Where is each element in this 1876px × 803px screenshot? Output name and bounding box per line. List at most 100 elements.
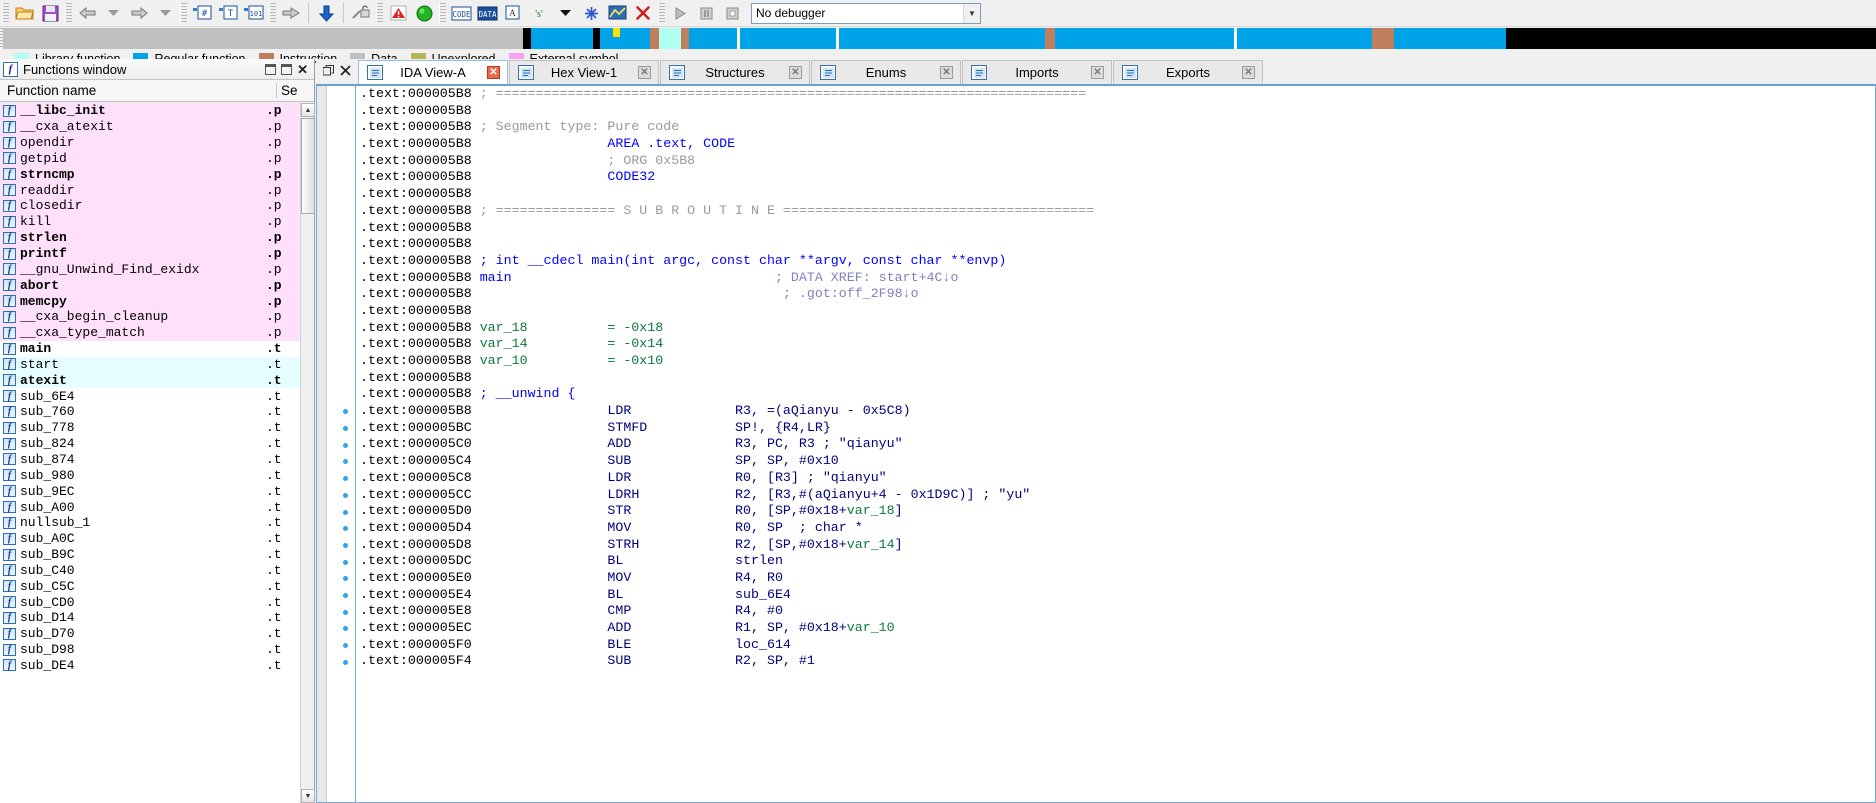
save-icon[interactable] xyxy=(37,1,63,25)
navband-segment[interactable] xyxy=(650,27,659,49)
breakpoint-dot[interactable] xyxy=(343,643,348,649)
tab-ida-view-a[interactable]: IDA View-A ✕ xyxy=(358,60,508,84)
disassembly-line[interactable]: .text:000005D8 STRH R2, [SP,#0x18+var_14… xyxy=(360,537,1875,554)
close-icon[interactable]: ✕ xyxy=(297,63,308,76)
function-list-item[interactable]: f sub_824 .t xyxy=(0,435,300,452)
function-list-item[interactable]: f sub_980 .t xyxy=(0,467,300,484)
function-list-item[interactable]: f sub_6E4 .t xyxy=(0,388,300,405)
function-list-item[interactable]: f sub_CD0 .t xyxy=(0,594,300,610)
disassembly-line[interactable]: .text:000005D4 MOV R0, SP ; char * xyxy=(360,520,1875,537)
breakpoint-dot[interactable] xyxy=(343,442,348,448)
warning-icon[interactable] xyxy=(385,1,411,25)
function-list-item[interactable]: f getpid .p xyxy=(0,150,300,167)
make-data-icon[interactable]: 101 xyxy=(241,1,267,25)
disassembly-line[interactable]: .text:000005B8 ; =============== S U B R… xyxy=(360,203,1875,220)
navband-segment[interactable] xyxy=(689,27,737,49)
disassembly-line[interactable]: .text:000005B8 main ; DATA XREF: start+4… xyxy=(360,270,1875,287)
function-list-item[interactable]: f __cxa_type_match .p xyxy=(0,324,300,341)
column-header-function-name[interactable]: Function name xyxy=(0,83,276,98)
function-list-item[interactable]: f __libc_init .p xyxy=(0,103,300,119)
open-folder-icon[interactable] xyxy=(11,1,37,25)
functions-list-scrollbar[interactable]: ▲ ▼ xyxy=(300,103,315,803)
disassembly-line[interactable]: .text:000005B8 var_14 = -0x14 xyxy=(360,336,1875,353)
function-list-item[interactable]: f readdir .p xyxy=(0,182,300,199)
breakpoint-dot[interactable] xyxy=(343,659,348,665)
function-list-item[interactable]: f sub_760 .t xyxy=(0,404,300,420)
function-list-item[interactable]: f sub_9EC .t xyxy=(0,483,300,500)
function-list-item[interactable]: f memcpy .p xyxy=(0,293,300,309)
tab-close-icon[interactable]: ✕ xyxy=(487,66,500,79)
navband-segment[interactable] xyxy=(1045,27,1055,49)
disassembly-line[interactable]: .text:000005F0 BLE loc_614 xyxy=(360,637,1875,654)
tab-exports[interactable]: Exports ✕ xyxy=(1113,60,1263,84)
tab-hex-view-1[interactable]: Hex View-1 ✕ xyxy=(509,60,659,84)
function-list-item[interactable]: f start .t xyxy=(0,356,300,373)
breakpoint-dot[interactable] xyxy=(343,459,348,465)
disassembly-line[interactable]: .text:000005DC BL strlen xyxy=(360,553,1875,570)
restore-view-icon[interactable] xyxy=(322,64,334,79)
back-arrow-icon[interactable] xyxy=(74,1,100,25)
toolbar-grip-6[interactable] xyxy=(439,3,446,23)
tab-close-icon[interactable]: ✕ xyxy=(940,66,953,79)
disassembly-line[interactable]: .text:000005B8 xyxy=(360,370,1875,387)
disassembly-line[interactable]: .text:000005B8 ; ORG 0x5B8 xyxy=(360,153,1875,170)
disassembly-line[interactable]: .text:000005B8 var_10 = -0x10 xyxy=(360,353,1875,370)
breakpoint-gutter[interactable] xyxy=(335,86,355,802)
breakpoint-dot[interactable] xyxy=(343,526,348,532)
function-list-item[interactable]: f sub_C5C .t xyxy=(0,578,300,595)
disassembly-line[interactable]: .text:000005C4 SUB SP, SP, #0x10 xyxy=(360,453,1875,470)
function-list-item[interactable]: f strncmp .p xyxy=(0,166,300,183)
ascii-icon[interactable]: A xyxy=(500,1,526,25)
tab-enums[interactable]: Enums ✕ xyxy=(811,60,961,84)
unlock-icon[interactable] xyxy=(348,1,374,25)
navband-segment[interactable] xyxy=(1394,27,1506,49)
disassembly-line[interactable]: .text:000005B8 ; .got:off_2F98↓o xyxy=(360,286,1875,303)
toolbar-grip-3[interactable] xyxy=(180,3,187,23)
navband-segment[interactable] xyxy=(600,27,650,49)
disassembly-line[interactable]: .text:000005B8 xyxy=(360,303,1875,320)
disassembly-line[interactable]: .text:000005C8 LDR R0, [R3] ; "qianyu" xyxy=(360,470,1875,487)
disassembly-line[interactable]: .text:000005B8 CODE32 xyxy=(360,169,1875,186)
disassembly-line[interactable]: .text:000005B8 xyxy=(360,220,1875,237)
breakpoint-dot[interactable] xyxy=(343,626,348,632)
function-list-item[interactable]: f main .t xyxy=(0,340,300,357)
dropdown-icon[interactable] xyxy=(552,1,578,25)
toolbar-grip-4[interactable] xyxy=(269,3,276,23)
function-list-item[interactable]: f sub_778 .t xyxy=(0,419,300,436)
breakpoint-dot[interactable] xyxy=(343,609,348,615)
navband-segment[interactable] xyxy=(740,27,836,49)
down-arrow-icon[interactable] xyxy=(313,1,339,25)
toolbar-grip-2[interactable] xyxy=(65,3,72,23)
function-list-item[interactable]: f sub_B9C .t xyxy=(0,546,300,563)
navband-segment[interactable] xyxy=(1237,27,1372,49)
disassembly-line[interactable]: .text:000005BC STMFD SP!, {R4,LR} xyxy=(360,420,1875,437)
tab-structures[interactable]: Structures ✕ xyxy=(660,60,810,84)
toolbar-grip-7[interactable] xyxy=(658,3,665,23)
tab-close-icon[interactable]: ✕ xyxy=(789,66,802,79)
forward-arrow-icon[interactable] xyxy=(126,1,152,25)
navigator-band[interactable] xyxy=(0,27,1876,49)
green-circle-icon[interactable] xyxy=(411,1,437,25)
function-list-item[interactable]: f sub_D98 .t xyxy=(0,641,300,658)
disassembly-line[interactable]: .text:000005B8 var_18 = -0x18 xyxy=(360,320,1875,337)
toolbar-grip-5[interactable] xyxy=(376,3,383,23)
breakpoint-dot[interactable] xyxy=(343,409,348,415)
navband-segment[interactable] xyxy=(1506,27,1876,49)
close-view-icon[interactable] xyxy=(340,64,351,79)
navband-segment[interactable] xyxy=(681,27,689,49)
tab-imports[interactable]: Imports ✕ xyxy=(962,60,1112,84)
jump-icon[interactable] xyxy=(278,1,304,25)
disassembly-line[interactable]: .text:000005B8 xyxy=(360,236,1875,253)
breakpoint-dot[interactable] xyxy=(343,509,348,515)
breakpoint-dot[interactable] xyxy=(343,476,348,482)
toolbar-grip[interactable] xyxy=(2,3,9,23)
navband-segment[interactable] xyxy=(531,27,593,49)
run-icon[interactable] xyxy=(667,1,693,25)
function-list-item[interactable]: f abort .p xyxy=(0,277,300,294)
make-text-icon[interactable]: T xyxy=(215,1,241,25)
debugger-select[interactable]: No debugger ▼ xyxy=(751,2,981,24)
disassembly-line[interactable]: .text:000005B8 LDR R3, =(aQianyu - 0x5C8… xyxy=(360,403,1875,420)
disassembly-line[interactable]: .text:000005B8 xyxy=(360,103,1875,120)
navband-segment[interactable] xyxy=(1055,27,1234,49)
code-icon[interactable]: CODE xyxy=(448,1,474,25)
